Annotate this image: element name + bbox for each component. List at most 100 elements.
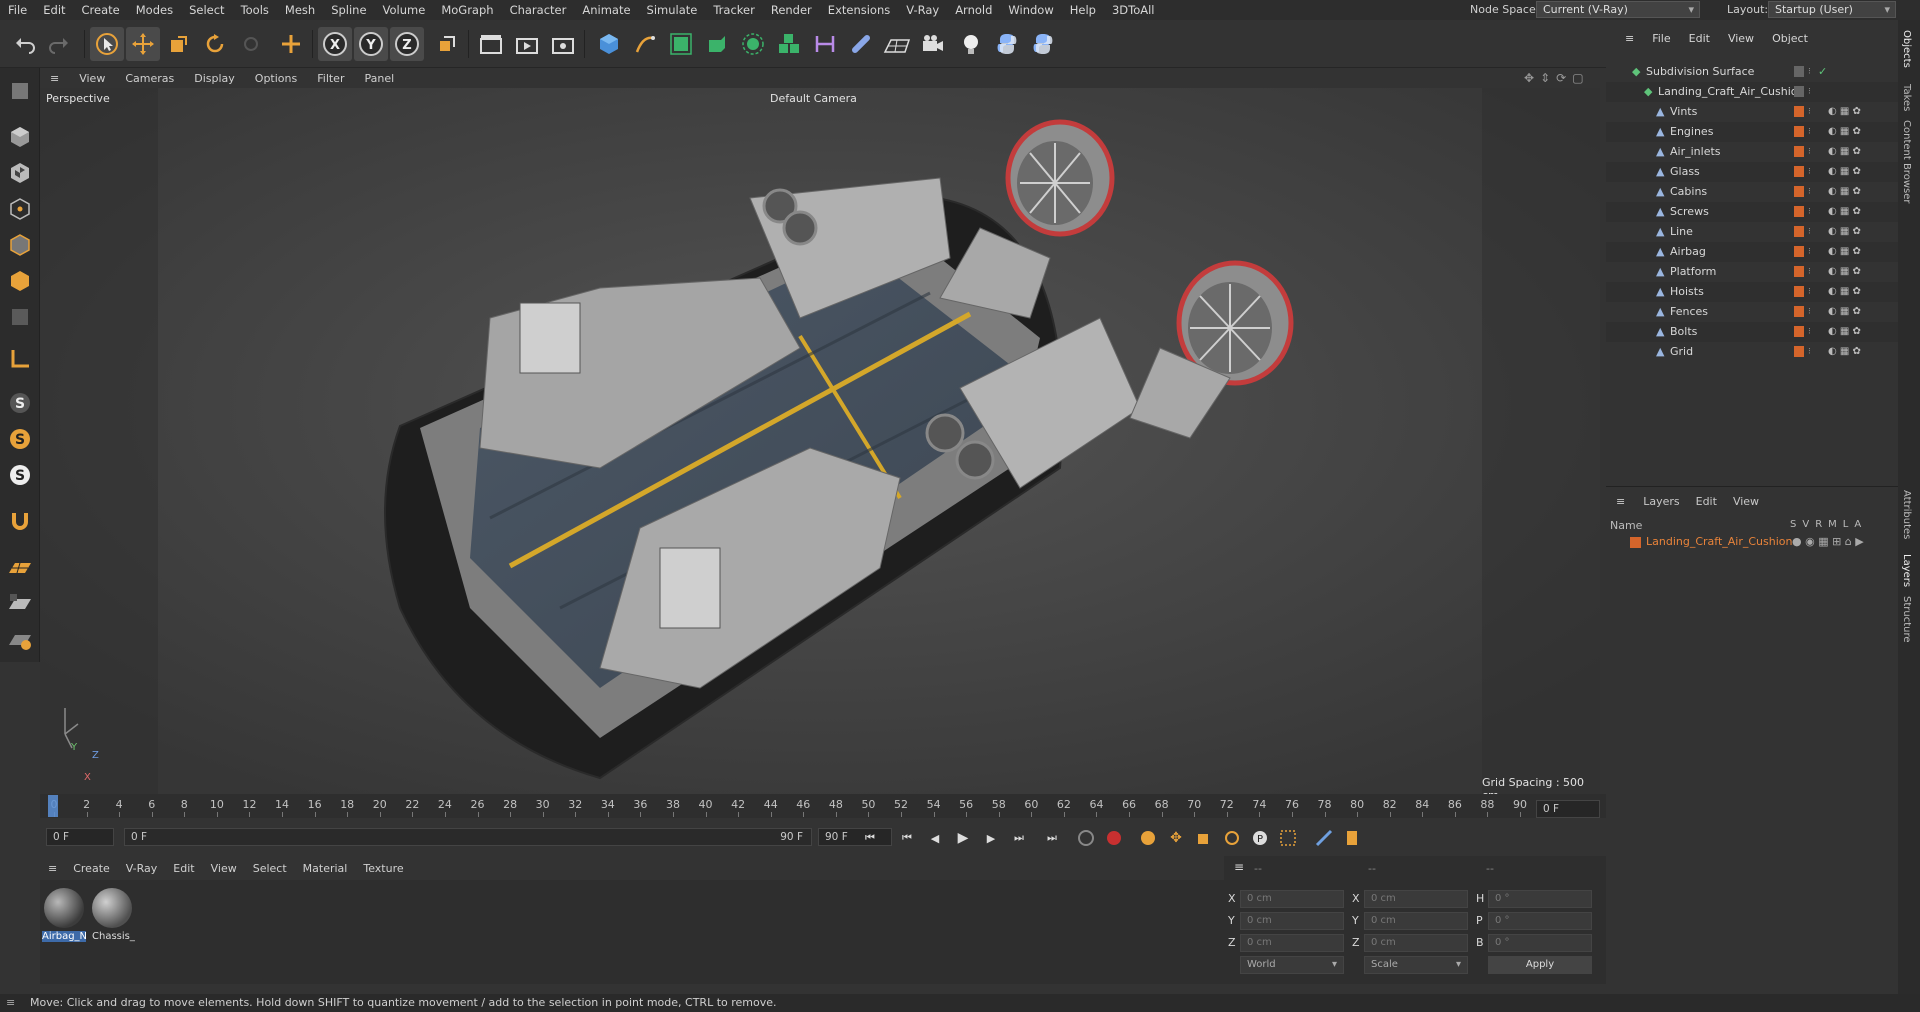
coordinate-space-select[interactable]: World ▾ [1240,956,1344,974]
visibility-dots-icon[interactable]: ⁝ [1808,242,1811,262]
mograph-button[interactable] [772,27,806,61]
menu-file[interactable]: File [0,0,35,20]
camera-label[interactable]: Default Camera [770,92,857,105]
layer-toggle-icons[interactable]: ● ◉ ▦ ⊞ ⌂ ▶ [1792,533,1864,551]
polygons-mode-button[interactable] [3,264,37,298]
layer-color-tag[interactable] [1794,266,1804,277]
object-row-cabins[interactable]: ▲ Cabins ⁝ ◐ ▦ ✿ [1606,182,1898,202]
layer-color-tag[interactable] [1794,86,1804,97]
layer-menu-icon[interactable]: ≡ [1616,495,1633,508]
render-settings-button[interactable] [546,27,580,61]
timeline-window-button[interactable] [1312,826,1336,850]
start-frame-field[interactable]: 0 F [46,828,114,846]
material-menu-material[interactable]: Material [295,862,356,875]
status-menu-icon[interactable]: ≡ [6,994,15,1012]
camera-button[interactable] [916,27,950,61]
python-console-button[interactable] [1026,27,1060,61]
rot-b-field[interactable]: 0 ° [1488,934,1592,952]
layer-color-tag[interactable] [1794,106,1804,117]
visibility-dots-icon[interactable]: ⁝ [1808,142,1811,162]
previous-keyframe-button[interactable]: ⏮ [895,826,919,850]
object-row-screws[interactable]: ▲ Screws ⁝ ◐ ▦ ✿ [1606,202,1898,222]
layer-color-tag[interactable] [1794,246,1804,257]
material-menu-create[interactable]: Create [65,862,118,875]
tab-attributes[interactable]: Attributes [1901,490,1912,539]
tweak-mode-button[interactable] [3,504,37,538]
viewport-menu-cameras[interactable]: Cameras [115,72,184,85]
viewport-perspective[interactable]: Perspective Default Camera Grid Spacing … [40,88,1600,794]
material-menu-texture[interactable]: Texture [355,862,411,875]
object-row-vints[interactable]: ▲ Vints ⁝ ◐ ▦ ✿ [1606,102,1898,122]
model-mode-button[interactable] [3,120,37,154]
render-picture-viewer-button[interactable] [510,27,544,61]
keyframe-selection-button[interactable] [1136,826,1160,850]
layer-menu-edit[interactable]: Edit [1690,495,1723,508]
pos-z-field[interactable]: 0 cm [1240,934,1344,952]
object-row-engines[interactable]: ▲ Engines ⁝ ◐ ▦ ✿ [1606,122,1898,142]
texture-mode-button[interactable] [3,156,37,190]
object-row-air-inlets[interactable]: ▲ Air_inlets ⁝ ◐ ▦ ✿ [1606,142,1898,162]
visibility-dots-icon[interactable]: ⁝ [1808,282,1811,302]
tab-objects[interactable]: Objects [1901,30,1912,68]
layer-color-tag[interactable] [1794,326,1804,337]
material-menu-v-ray[interactable]: V-Ray [118,862,166,875]
material-tag-icons[interactable]: ◐ ▦ ✿ [1828,322,1861,342]
size-y-field[interactable]: 0 cm [1364,912,1468,930]
material-tag-icons[interactable]: ◐ ▦ ✿ [1828,262,1861,282]
object-row-landing-craft[interactable]: ◆ Landing_Craft_Air_Cushion ⁝ [1606,82,1898,102]
layer-color-tag[interactable] [1794,306,1804,317]
play-button[interactable]: ▶ [951,826,975,850]
field-button[interactable] [844,27,878,61]
visibility-dots-icon[interactable]: ⁝ [1808,342,1811,362]
record-button[interactable] [1102,826,1126,850]
material-menu-edit[interactable]: Edit [165,862,202,875]
undo-button[interactable] [8,27,42,61]
layer-color-tag[interactable] [1794,166,1804,177]
viewport-menu-icon[interactable]: ≡ [40,72,69,85]
visibility-dots-icon[interactable]: ⁝ [1808,322,1811,342]
key-parameter-button[interactable]: P [1248,826,1272,850]
size-x-field[interactable]: 0 cm [1364,890,1468,908]
deformer-button[interactable] [808,27,842,61]
size-mode-select[interactable]: Scale ▾ [1364,956,1468,974]
material-label-chassis[interactable]: Chassis_ [92,931,136,942]
tab-takes[interactable]: Takes [1901,84,1912,111]
object-row-glass[interactable]: ▲ Glass ⁝ ◐ ▦ ✿ [1606,162,1898,182]
menu-help[interactable]: Help [1062,0,1104,20]
menu-extensions[interactable]: Extensions [820,0,898,20]
material-tag-icons[interactable]: ◐ ▦ ✿ [1828,202,1861,222]
menu-animate[interactable]: Animate [574,0,638,20]
key-position-button[interactable]: ✥ [1164,826,1188,850]
layer-color-tag[interactable] [1794,346,1804,357]
rot-h-field[interactable]: 0 ° [1488,890,1592,908]
material-menu-view[interactable]: View [203,862,245,875]
locked-workplane-button[interactable] [3,586,37,620]
object-row-line[interactable]: ▲ Line ⁝ ◐ ▦ ✿ [1606,222,1898,242]
axis-y-lock-button[interactable]: Y [354,27,388,61]
visibility-dots-icon[interactable]: ⁝ [1808,122,1811,142]
floor-button[interactable] [880,27,914,61]
subdivision-surface-button[interactable] [664,27,698,61]
tab-content-browser[interactable]: Content Browser [1901,120,1912,203]
layer-color-tag[interactable] [1794,66,1804,77]
key-scale-button[interactable] [1192,826,1216,850]
timeline-ruler[interactable]: 0246810121416182022242628303234363840424… [40,794,1606,818]
move-tool-button[interactable] [126,27,160,61]
layer-color-tag[interactable] [1794,146,1804,157]
object-menu-object[interactable]: Object [1763,32,1817,45]
next-keyframe-button[interactable]: ⏭ [1007,826,1031,850]
recent-tool-button[interactable] [234,27,268,61]
pan-icon[interactable]: ✥ [1524,71,1534,85]
light-button[interactable] [954,27,988,61]
key-rotation-button[interactable] [1220,826,1244,850]
material-tag-icons[interactable]: ◐ ▦ ✿ [1828,182,1861,202]
tab-structure[interactable]: Structure [1901,596,1912,643]
rot-p-field[interactable]: 0 ° [1488,912,1592,930]
tab-layers[interactable]: Layers [1901,554,1912,587]
menu-simulate[interactable]: Simulate [639,0,706,20]
layer-color-tag[interactable] [1794,286,1804,297]
object-row-platform[interactable]: ▲ Platform ⁝ ◐ ▦ ✿ [1606,262,1898,282]
next-frame-button[interactable]: ▶ [979,826,1003,850]
snap-button[interactable]: S [3,386,37,420]
extrude-button[interactable] [700,27,734,61]
